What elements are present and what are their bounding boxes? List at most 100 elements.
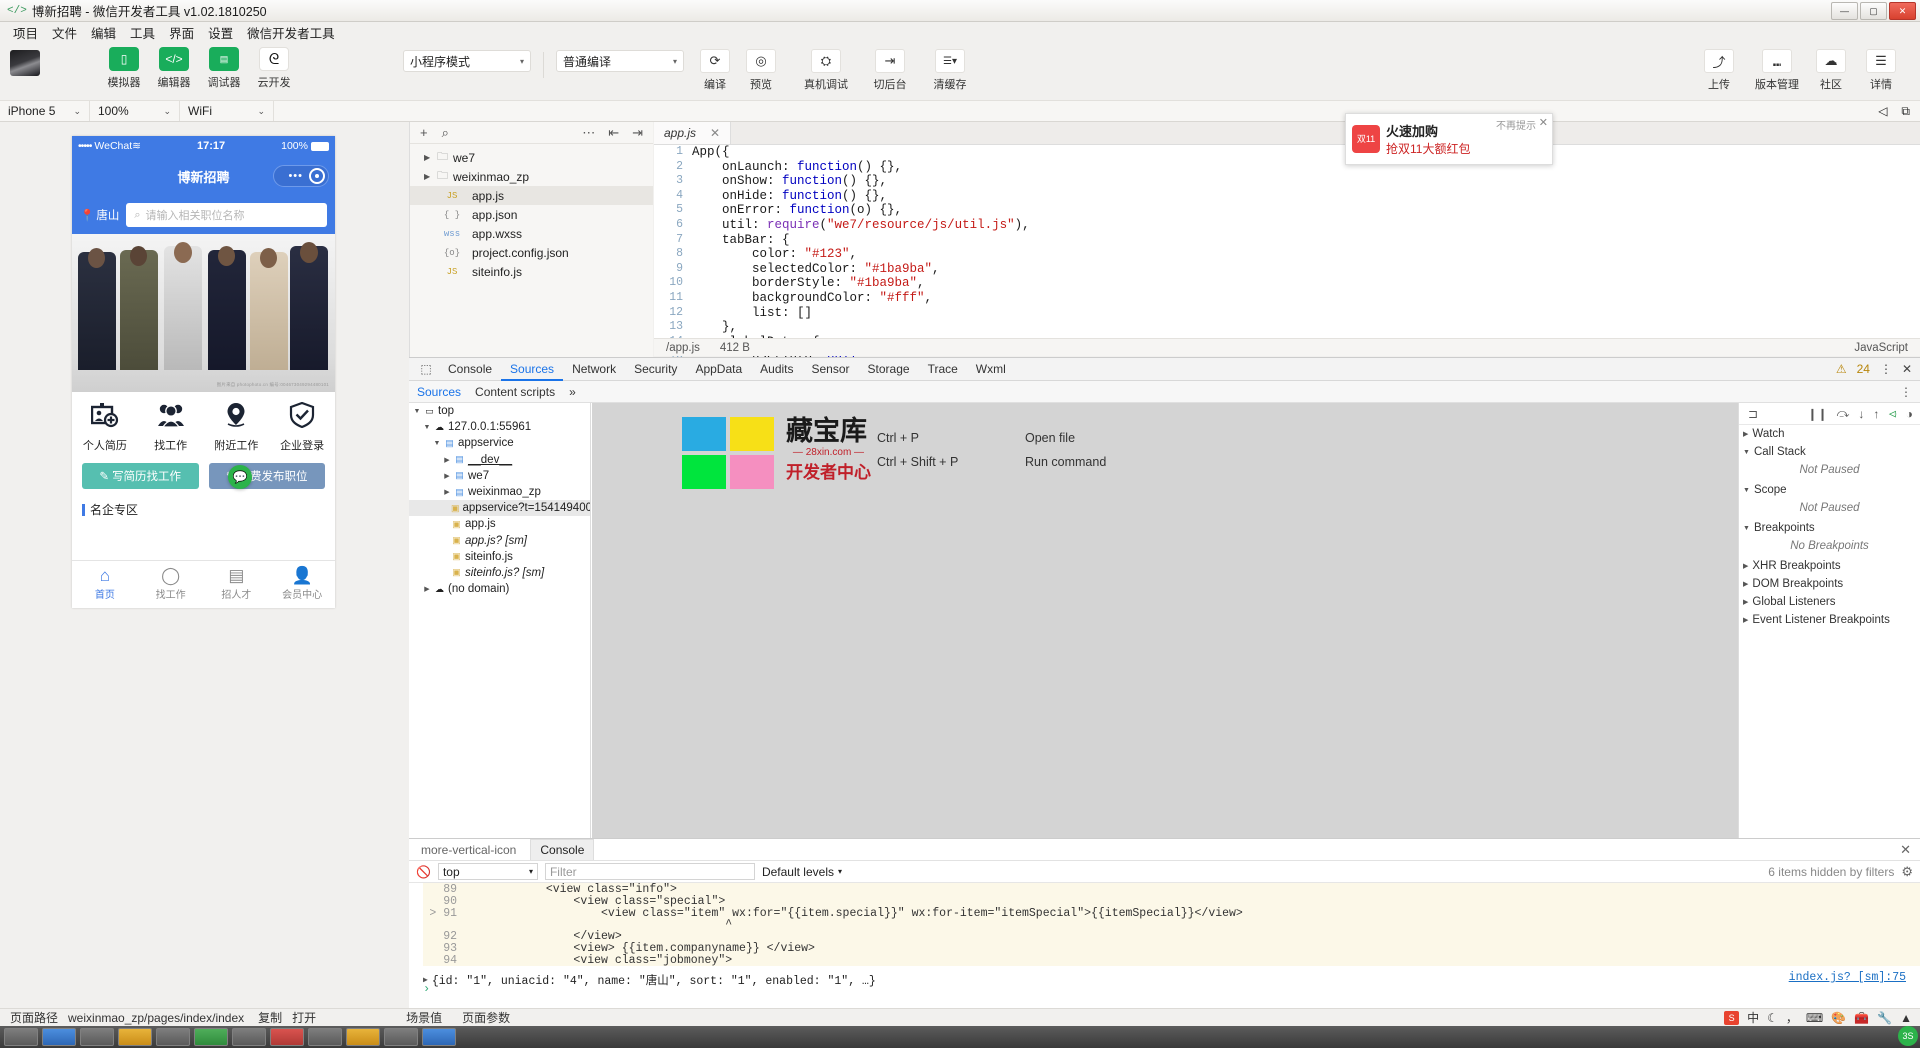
sidebar-section-global-listeners[interactable]: ▶Global Listeners xyxy=(1739,593,1920,611)
copy-path-button[interactable]: 复制 xyxy=(254,1009,292,1026)
toolbar-clear-cache-button[interactable]: ☰▾ 清缓存 xyxy=(922,42,978,92)
add-icon[interactable]: + xyxy=(420,125,428,140)
city-selector[interactable]: 📍 唐山 xyxy=(80,207,119,223)
scene-value-button[interactable]: 场景值 xyxy=(396,1009,452,1026)
drawer-tab-console[interactable]: Console xyxy=(530,839,594,860)
avatar[interactable] xyxy=(10,50,40,76)
tabbar-item-home[interactable]: ⌂ 首页 xyxy=(72,561,138,608)
taskbar-item[interactable] xyxy=(194,1028,228,1046)
comma-icon[interactable]: ， xyxy=(1786,1009,1798,1026)
taskbar-item[interactable] xyxy=(80,1028,114,1046)
step-into-icon[interactable]: ↓ xyxy=(1858,407,1864,421)
clear-console-icon[interactable]: 🚫 xyxy=(416,865,431,879)
post-job-button[interactable]: ✎ 免费发布职位 xyxy=(209,463,326,489)
close-icon[interactable]: ✕ xyxy=(1900,842,1920,858)
toolbar-community-button[interactable]: ☁ 社区 xyxy=(1806,42,1856,92)
devtools-tab-trace[interactable]: Trace xyxy=(919,358,967,381)
more-vertical-icon[interactable]: more-vertical-icon xyxy=(415,843,522,857)
tree-row-host[interactable]: ▼☁127.0.0.1:55961 xyxy=(409,419,590,435)
keyboard-icon[interactable]: ⌨ xyxy=(1806,1011,1823,1025)
file-row-we7[interactable]: ▶ 🗀 we7 xyxy=(410,148,653,167)
sources-tree-panel[interactable]: ▼▭top ▼☁127.0.0.1:55961 ▼▤appservice ▶▤_… xyxy=(409,403,591,838)
open-path-button[interactable]: 打开 xyxy=(292,1009,326,1026)
grid-item-findjob[interactable]: 找工作 xyxy=(138,402,204,453)
console-prompt[interactable]: › xyxy=(423,982,430,996)
file-row-project-config[interactable]: {o} project.config.json xyxy=(410,243,653,262)
console-levels-select[interactable]: Default levels ▾ xyxy=(762,865,842,879)
devtools-tab-console[interactable]: Console xyxy=(439,358,501,381)
sidebar-section-dom-breakpoints[interactable]: ▶DOM Breakpoints xyxy=(1739,575,1920,593)
tabbar-item-findjob[interactable]: ◯ 找工作 xyxy=(138,561,204,608)
toolbar-background-button[interactable]: ⇥ 切后台 xyxy=(862,42,918,92)
devtools-tab-wxml[interactable]: Wxml xyxy=(967,358,1015,381)
search-input[interactable]: ⌕ 请输入相关职位名称 xyxy=(126,203,327,227)
moon-icon[interactable]: ☾ xyxy=(1767,1011,1778,1025)
file-row-siteinfo-js[interactable]: JS siteinfo.js xyxy=(410,262,653,281)
console-context-select[interactable]: top ▾ xyxy=(438,863,538,880)
toolbar-device-debug-button[interactable]: ⛭ 真机调试 xyxy=(794,42,858,92)
toolbar-debugger-button[interactable]: ▤ 调试器 xyxy=(199,42,249,90)
grid-item-resume[interactable]: 个人简历 xyxy=(72,402,138,453)
editor-code-area[interactable]: 1App({ 2 onLaunch: function() {}, 3 onSh… xyxy=(654,145,1920,338)
sidebar-section-event-listener-breakpoints[interactable]: ▶Event Listener Breakpoints xyxy=(1739,611,1920,629)
devtools-tab-sources[interactable]: Sources xyxy=(501,358,563,381)
promo-ad[interactable]: 双11 火速加购 抢双11大额红包 不再提示 ✕ xyxy=(1345,113,1553,165)
menu-item-tools[interactable]: 工具 xyxy=(123,21,162,44)
maximize-button[interactable]: ▢ xyxy=(1860,2,1887,20)
more-icon[interactable]: ⋯ xyxy=(582,125,595,141)
sub-tab-sources[interactable]: Sources xyxy=(417,385,461,399)
hero-banner[interactable]: 图片来自 photophoto.cn 编号:004673049294480101 xyxy=(72,234,335,392)
toolbar-upload-button[interactable]: ⤴ 上传 xyxy=(1690,42,1748,92)
close-icon[interactable]: ✕ xyxy=(1902,362,1912,376)
menu-item-project[interactable]: 项目 xyxy=(6,21,45,44)
warning-triangle-icon[interactable]: ⚠ xyxy=(1836,362,1847,376)
devtools-tab-appdata[interactable]: AppData xyxy=(686,358,751,381)
gear-icon[interactable]: ⚙ xyxy=(1901,864,1913,880)
editor-tab-app-js[interactable]: app.js ✕ xyxy=(654,122,731,144)
device-select[interactable]: iPhone 5 ⌄ xyxy=(0,101,90,121)
menu-item-ui[interactable]: 界面 xyxy=(162,21,201,44)
inspect-icon[interactable]: ⬚ xyxy=(413,362,439,376)
console-source-link[interactable]: index.js? [sm]:75 xyxy=(1789,971,1906,984)
zoom-select[interactable]: 100% ⌄ xyxy=(90,101,180,121)
capsule-buttons[interactable]: ••• xyxy=(273,165,329,187)
sidebar-section-call-stack[interactable]: ▼Call Stack Not Paused xyxy=(1739,443,1920,481)
more-vertical-icon[interactable]: ⋮ xyxy=(1900,385,1920,399)
tree-row-siteinfo-js-sm[interactable]: ▣siteinfo.js? [sm] xyxy=(409,565,590,581)
toolbar-details-button[interactable]: ☰ 详情 xyxy=(1856,42,1906,92)
grid-item-enterprise[interactable]: 企业登录 xyxy=(269,402,335,453)
taskbar-item[interactable] xyxy=(308,1028,342,1046)
tree-row-we7[interactable]: ▶▤we7 xyxy=(409,468,590,484)
menu-item-edit[interactable]: 编辑 xyxy=(84,21,123,44)
toolbar-clouddev-button[interactable]: ᘓ 云开发 xyxy=(249,42,299,90)
devtools-tab-network[interactable]: Network xyxy=(563,358,625,381)
sogou-ime-logo[interactable]: S xyxy=(1724,1011,1739,1025)
palette-icon[interactable]: 🎨 xyxy=(1831,1011,1846,1025)
close-button[interactable]: ✕ xyxy=(1889,2,1916,20)
notification-badge[interactable]: 3S xyxy=(1898,1026,1918,1046)
sidebar-section-watch[interactable]: ▶Watch xyxy=(1739,425,1920,443)
outdent-icon[interactable]: ⇤ xyxy=(608,125,619,141)
toolbar-simulator-button[interactable]: ▯ 模拟器 xyxy=(99,42,149,90)
sidebar-section-breakpoints[interactable]: ▼Breakpoints No Breakpoints xyxy=(1739,519,1920,557)
rotate-icon[interactable]: ⧉ xyxy=(1901,104,1910,119)
sub-tab-content-scripts[interactable]: Content scripts xyxy=(475,385,555,399)
toolbar-preview-button[interactable]: ◎ 预览 xyxy=(738,42,784,92)
chat-icon[interactable]: 💬 xyxy=(228,465,252,489)
more-vertical-icon[interactable]: ⋮ xyxy=(1880,362,1892,376)
console-log-entry[interactable]: ▶ {id: "1", uniacid: "4", name: "唐山", so… xyxy=(409,966,1920,988)
devtools-tab-audits[interactable]: Audits xyxy=(751,358,802,381)
dots-icon[interactable]: ••• xyxy=(288,170,303,182)
tabbar-item-recruit[interactable]: ▤ 招人才 xyxy=(204,561,270,608)
devtools-tab-sensor[interactable]: Sensor xyxy=(803,358,859,381)
network-select[interactable]: WiFi ⌄ xyxy=(180,101,274,121)
search-icon[interactable]: ⌕ xyxy=(442,125,449,141)
taskbar-item[interactable] xyxy=(384,1028,418,1046)
close-icon[interactable]: ✕ xyxy=(1539,116,1548,129)
tabbar-item-member[interactable]: 👤 会员中心 xyxy=(269,561,335,608)
grid-item-nearby[interactable]: 附近工作 xyxy=(204,402,270,453)
sidebar-section-scope[interactable]: ▼Scope Not Paused xyxy=(1739,481,1920,519)
taskbar-item[interactable] xyxy=(118,1028,152,1046)
tree-row-dev[interactable]: ▶▤__dev__ xyxy=(409,452,590,468)
menu-item-settings[interactable]: 设置 xyxy=(201,21,240,44)
